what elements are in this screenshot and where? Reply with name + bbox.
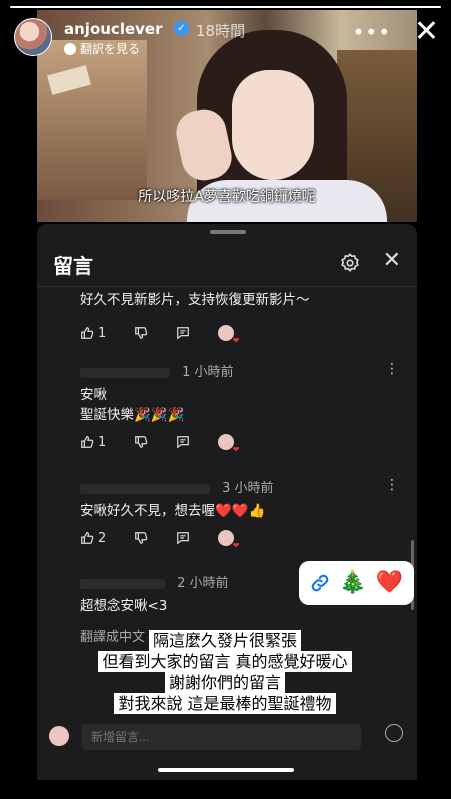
story-timestamp: 18時間 [196,22,246,40]
reply-button[interactable] [176,435,190,449]
avatar[interactable] [14,18,52,56]
story-header: anjouclever ✓ 18時間 翻訳を見る ••• ✕ [14,14,439,60]
dislike-button[interactable] [134,326,148,340]
redacted-username [80,578,165,589]
comment-time: 3 小時前 [222,481,274,496]
dislike-button[interactable] [134,531,148,545]
heart-icon: ❤️ [375,570,404,595]
redacted-username [80,483,210,494]
reply-button[interactable] [176,531,190,545]
christmas-tree-icon: 🎄 [339,570,367,595]
caption-line: 謝謝你們的留言 [164,672,285,693]
reply-bar [45,720,409,754]
like-button[interactable]: 1 [80,326,106,341]
comment-actions: 2 [80,529,403,550]
reply-icon [177,436,190,449]
caption-line: 對我來說 這是最棒的聖誕禮物 [114,693,336,714]
comment-actions: 1 [80,324,403,345]
drag-handle[interactable] [210,230,246,234]
caption-line: 但看到大家的留言 真的感覺好暖心 [98,651,352,672]
thumbs-up-icon [81,436,94,448]
verified-badge-icon: ✓ [174,21,189,36]
link-icon [311,574,329,592]
avatar [49,726,69,746]
thumbs-up-icon [81,532,94,544]
dislike-button[interactable] [134,435,148,449]
comment-input[interactable] [81,724,361,750]
emoji-icon[interactable] [385,724,403,742]
comment-time: 1 小時前 [182,365,234,380]
comment-time: 2 小時前 [177,576,229,591]
translate-label: 翻訳を見る [80,42,141,56]
creator-heart-icon [218,325,239,345]
translate-button[interactable]: 翻訳を見る [64,40,140,57]
caption-line: 隔這麼久發片很緊張 [148,630,301,651]
close-story-button[interactable]: ✕ [414,14,439,49]
redacted-username [80,367,170,378]
story-progress-bar [10,6,441,8]
thumbs-up-icon [81,327,94,339]
like-count: 1 [98,434,107,450]
comment-menu-icon[interactable]: ⋮ [385,477,399,493]
link-sticker[interactable]: 🎄 ❤️ [299,561,414,605]
story-progress-fill [10,6,441,8]
video-person-face [232,70,314,180]
comment-text: 安啾好久不見，想去喔❤️❤️👍 [80,503,266,519]
thumbs-down-icon [135,327,148,339]
reply-icon [177,532,190,545]
comment-item: 好久不見新影片，支持恢復更新影片～ 1 [80,290,403,345]
like-count: 2 [98,530,107,546]
like-count: 1 [98,325,107,341]
story-caption: 隔這麼久發片很緊張 但看到大家的留言 真的感覺好暖心 謝謝你們的留言 對我來說 … [54,630,396,714]
comment-item: 1 小時前 ⋮ 安啾 聖誕快樂🎉🎉🎉 1 [80,361,403,454]
video-background-shop [37,40,147,200]
comment-item: 3 小時前 ⋮ 安啾好久不見，想去喔❤️❤️👍 2 [80,477,403,550]
creator-heart-icon [218,530,239,550]
thumbs-down-icon [135,532,148,544]
comment-text: 好久不見新影片，支持恢復更新影片～ [80,292,310,308]
reply-button[interactable] [176,326,190,340]
like-button[interactable]: 2 [80,531,106,546]
comment-text: 安啾 [80,387,107,403]
divider [37,286,417,287]
comment-meta: 3 小時前 ⋮ [80,477,403,496]
translate-icon [64,42,76,55]
video-subtitle: 所以哆拉A夢喜歡吃銅鑼燒呢 [138,189,316,205]
panel-title: 留言 [53,254,93,278]
comment-menu-icon[interactable]: ⋮ [385,361,399,377]
username[interactable]: anjouclever [64,20,162,38]
comment-text: 聖誕快樂🎉🎉🎉 [80,407,185,423]
reply-icon [177,327,190,340]
close-comments-button[interactable]: ✕ [383,248,401,273]
thumbs-down-icon [135,436,148,448]
comment-meta: 1 小時前 ⋮ [80,361,403,380]
creator-heart-icon [218,434,239,454]
gear-icon[interactable] [339,252,361,274]
comment-actions: 1 [80,433,403,454]
more-options-button[interactable]: ••• [353,20,391,44]
home-indicator[interactable] [158,768,294,772]
like-button[interactable]: 1 [80,435,106,450]
